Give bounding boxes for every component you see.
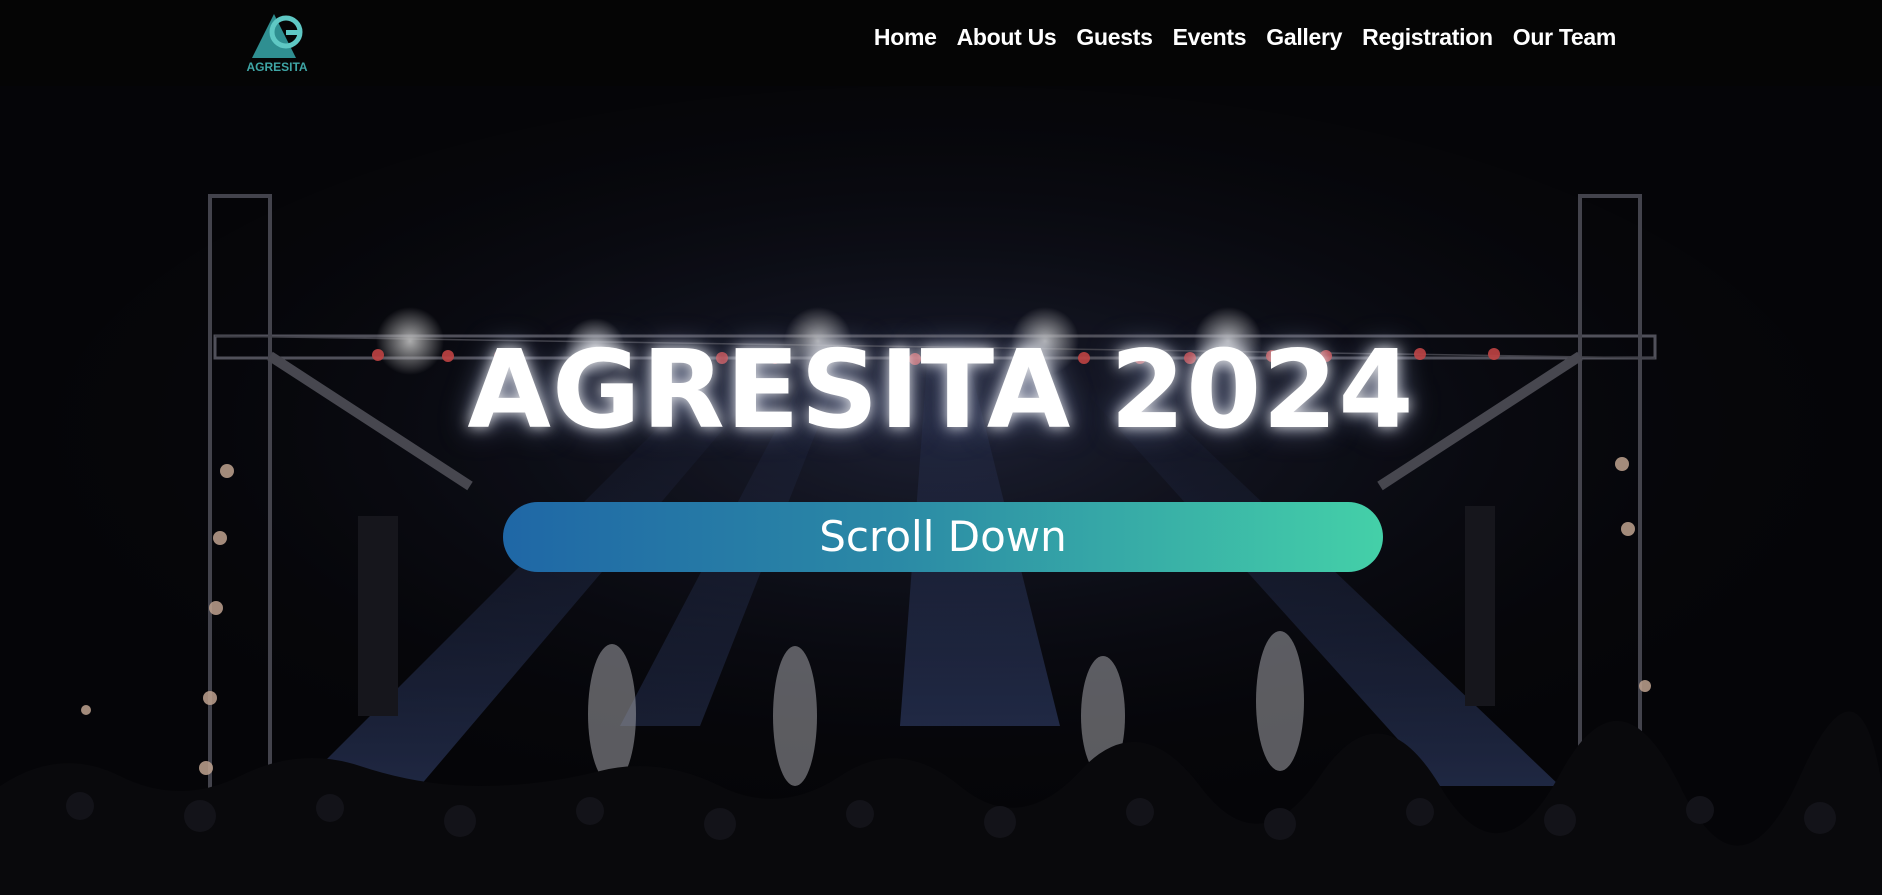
- site-logo[interactable]: AGRESITA: [246, 10, 308, 74]
- nav-about-us[interactable]: About Us: [947, 24, 1067, 51]
- nav-home[interactable]: Home: [864, 24, 947, 51]
- agresita-logo-icon: [252, 14, 303, 58]
- nav-events[interactable]: Events: [1163, 24, 1257, 51]
- scroll-down-button[interactable]: Scroll Down: [503, 502, 1383, 572]
- top-navbar: AGRESITA Home About Us Guests Events Gal…: [0, 0, 1882, 86]
- main-nav: Home About Us Guests Events Gallery Regi…: [864, 24, 1626, 51]
- nav-our-team[interactable]: Our Team: [1503, 24, 1626, 51]
- nav-guests[interactable]: Guests: [1066, 24, 1162, 51]
- logo-text: AGRESITA: [246, 60, 308, 74]
- hero-title: AGRESITA 2024: [467, 328, 1415, 453]
- nav-gallery[interactable]: Gallery: [1256, 24, 1352, 51]
- hero-section: [0, 86, 1882, 895]
- nav-registration[interactable]: Registration: [1352, 24, 1503, 51]
